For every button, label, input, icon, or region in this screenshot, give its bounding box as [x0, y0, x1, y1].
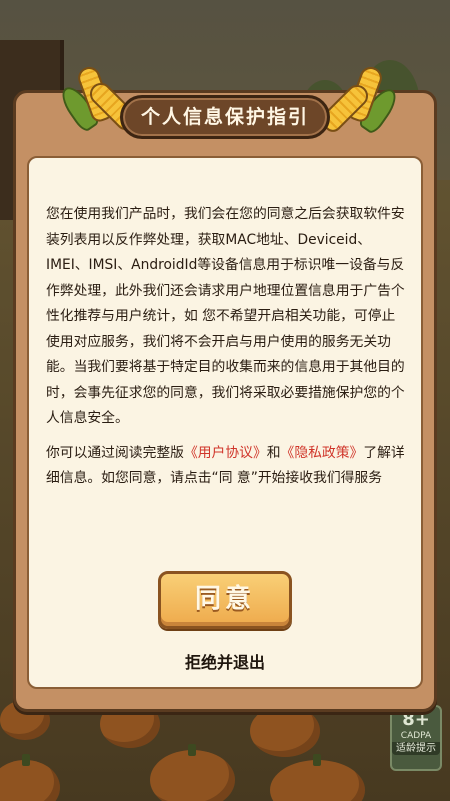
privacy-paragraph: 您在使用我们产品时，我们会在您的同意之后会获取软件安装列表用以反作弊处理，获取M…: [46, 206, 405, 426]
age-rating-value: 8+: [402, 709, 430, 730]
reject-and-exit-button[interactable]: 拒绝并退出: [150, 650, 300, 676]
corn-right-decoration: [317, 62, 402, 142]
agree-button[interactable]: 同意: [158, 571, 292, 629]
dialog-title-plate: 个人信息保护指引: [120, 95, 330, 139]
user-agreement-link[interactable]: 《用户协议》: [184, 445, 267, 461]
age-rating-badge: 8+ CADPA 适龄提示: [390, 705, 442, 771]
privacy-policy-link[interactable]: 《隐私政策》: [281, 445, 364, 461]
dialog-title: 个人信息保护指引: [140, 106, 309, 128]
dialog-body: 您在使用我们产品时，我们会在您的同意之后会获取软件安装列表用以反作弊处理，获取M…: [46, 202, 406, 492]
agreement-paragraph: 你可以通过阅读完整版《用户协议》和《隐私政策》了解详细信息。如您同意，请点击“同…: [46, 441, 406, 492]
age-rating-text: 适龄提示: [392, 742, 440, 755]
conjunction-text: 和: [266, 444, 281, 461]
agreement-prefix: 你可以通过阅读完整版: [46, 444, 184, 461]
age-rating-org: CADPA: [400, 731, 432, 741]
agree-button-label: 同意: [194, 584, 255, 614]
corn-left-decoration: [56, 62, 141, 142]
